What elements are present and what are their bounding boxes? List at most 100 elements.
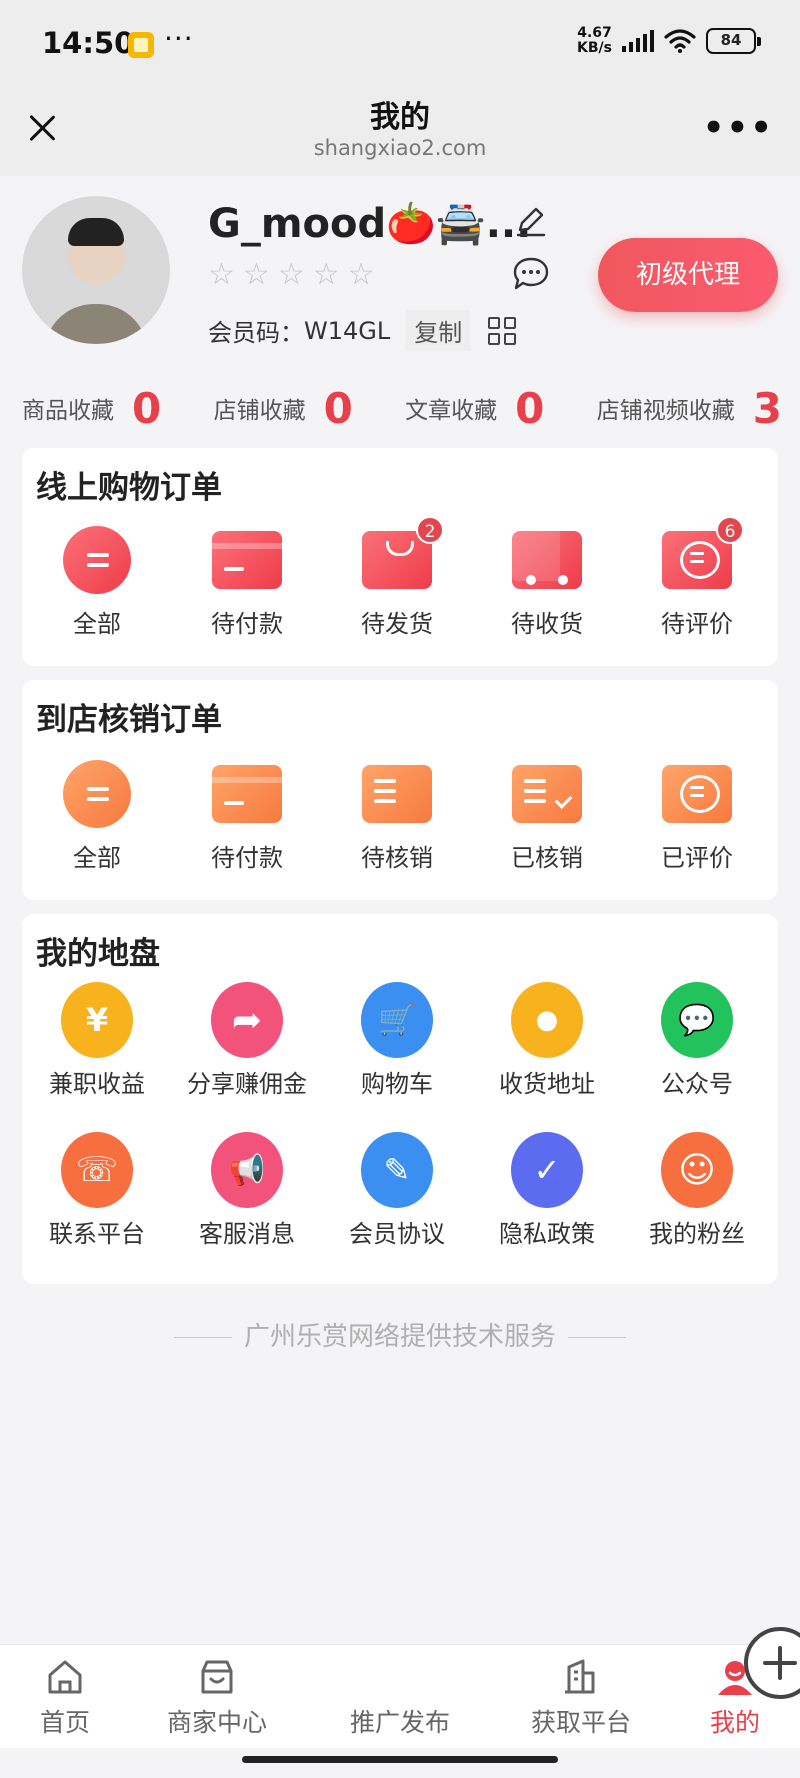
building-icon <box>565 1659 595 1694</box>
contact-platform[interactable]: ☏ 联系平台 <box>22 1132 172 1249</box>
official-account[interactable]: 💬 公众号 <box>622 982 772 1099</box>
store-orders-card: 到店核销订单 全部 待付款 待核销 已核销 已评价 <box>22 680 778 900</box>
my-fans[interactable]: ☺ 我的粉丝 <box>622 1132 772 1249</box>
username: G_mood🍅🚔... <box>208 201 532 247</box>
profile-section: G_mood🍅🚔... ☆ ☆ ☆ ☆ ☆ 会员码： W14GL 复制 初级代理 <box>0 176 800 376</box>
item-label: 公众号 <box>661 1070 733 1098</box>
store-order-pending-verify[interactable]: 待核销 <box>322 758 472 873</box>
share-icon: ➦ <box>211 982 283 1058</box>
order-pending-review[interactable]: 6 待评价 <box>622 516 772 639</box>
share-commission[interactable]: ➦ 分享赚佣金 <box>172 982 322 1099</box>
network-speed-value: 4.67 <box>577 25 612 41</box>
home-icon <box>48 1660 82 1694</box>
nav-merchant-center[interactable]: 商家中心 <box>152 1657 282 1739</box>
fans-icon: ☺ <box>661 1132 733 1208</box>
item-label: 待核销 <box>361 844 433 872</box>
section-title: 到店核销订单 <box>36 702 222 738</box>
item-label: 会员协议 <box>349 1220 445 1248</box>
fav-label: 店铺收藏 <box>213 398 306 424</box>
item-label: 全部 <box>73 844 121 872</box>
profile-icon <box>718 1661 752 1695</box>
count-badge: 2 <box>416 516 444 544</box>
order-pending-receipt[interactable]: 待收货 <box>472 524 622 639</box>
all-orders-icon <box>63 760 131 828</box>
nav-label: 我的 <box>709 1708 760 1737</box>
nav-label: 推广发布 <box>349 1708 450 1737</box>
nav-label: 获取平台 <box>530 1708 631 1737</box>
more-notifications-icon: ··· <box>164 22 194 55</box>
edit-icon[interactable] <box>514 204 548 238</box>
item-label: 隐私政策 <box>499 1220 595 1248</box>
item-label: 待付款 <box>211 610 283 638</box>
more-menu-icon[interactable]: ••• <box>703 111 774 145</box>
part-time-income[interactable]: ¥ 兼职收益 <box>22 982 172 1099</box>
copy-button[interactable]: 复制 <box>406 310 471 351</box>
plus-icon <box>380 1627 800 1699</box>
fav-count: 0 <box>323 383 353 433</box>
store-order-all[interactable]: 全部 <box>22 758 172 873</box>
fav-articles[interactable]: 文章收藏 0 <box>405 384 544 433</box>
online-orders-card: 线上购物订单 全部 待付款 2 待发货 待收货 6 待评价 <box>22 448 778 666</box>
bottom-nav: 首页 商家中心 推广发布 获取平台 我的 <box>0 1627 800 1748</box>
service-messages[interactable]: 📢 客服消息 <box>172 1132 322 1249</box>
chat-bubble-icon[interactable] <box>512 256 550 292</box>
item-label: 待收货 <box>511 610 583 638</box>
notification-app-icon <box>128 32 154 58</box>
document-icon: ✎ <box>361 1132 433 1208</box>
fav-stores[interactable]: 店铺收藏 0 <box>214 384 353 433</box>
reviewed-icon <box>662 765 732 823</box>
item-label: 待评价 <box>661 610 733 638</box>
privacy-policy[interactable]: ✓ 隐私政策 <box>472 1132 622 1249</box>
section-title: 线上购物订单 <box>36 470 222 506</box>
location-pin-icon: ● <box>511 982 583 1058</box>
fav-count: 0 <box>132 383 162 433</box>
shopping-cart[interactable]: 🛒 购物车 <box>322 982 472 1099</box>
avatar[interactable] <box>22 196 170 344</box>
item-label: 已核销 <box>511 844 583 872</box>
item-label: 联系平台 <box>49 1220 145 1248</box>
nav-my[interactable]: 我的 <box>670 1657 800 1739</box>
page-title: 我的 <box>370 100 430 135</box>
order-pending-shipment[interactable]: 2 待发货 <box>322 516 472 639</box>
nav-get-platform[interactable]: 获取平台 <box>516 1657 646 1739</box>
fav-label: 店铺视频收藏 <box>596 398 735 424</box>
wechat-icon: 💬 <box>661 982 733 1058</box>
fav-count: 3 <box>752 383 782 433</box>
territory-card: 我的地盘 ¥ 兼职收益 ➦ 分享赚佣金 🛒 购物车 ● 收货地址 💬 公众号 ☏… <box>22 914 778 1284</box>
order-pending-payment[interactable]: 待付款 <box>172 524 322 639</box>
fav-products[interactable]: 商品收藏 0 <box>22 384 161 433</box>
star-icon: ☆ <box>277 257 305 292</box>
pending-payment-icon <box>212 765 282 823</box>
pending-verify-icon <box>362 765 432 823</box>
item-label: 已评价 <box>661 844 733 872</box>
star-icon: ☆ <box>208 257 235 292</box>
store-order-pending-payment[interactable]: 待付款 <box>172 758 322 873</box>
shield-icon: ✓ <box>511 1132 583 1208</box>
item-label: 待付款 <box>211 844 283 872</box>
megaphone-icon: 📢 <box>211 1132 283 1208</box>
all-orders-icon <box>63 526 131 594</box>
store-order-verified[interactable]: 已核销 <box>472 758 622 873</box>
item-label: 分享赚佣金 <box>187 1070 307 1098</box>
status-bar: 14:50 ··· 4.67 KB/s 84 <box>0 0 800 88</box>
nav-publish[interactable]: 推广发布 <box>335 1627 800 1739</box>
item-label: 客服消息 <box>199 1220 295 1248</box>
title-bar: 我的 shangxiao2.com ••• <box>0 88 800 176</box>
wifi-icon <box>664 29 696 53</box>
store-order-reviewed[interactable]: 已评价 <box>622 758 772 873</box>
qr-code-icon[interactable] <box>488 316 517 345</box>
agent-level-button[interactable]: 初级代理 <box>598 238 778 312</box>
fav-store-videos[interactable]: 店铺视频收藏 3 <box>597 384 782 433</box>
item-label: 兼职收益 <box>49 1070 145 1098</box>
shipping-address[interactable]: ● 收货地址 <box>472 982 622 1099</box>
member-agreement[interactable]: ✎ 会员协议 <box>322 1132 472 1249</box>
star-icon: ☆ <box>312 257 340 292</box>
truck-icon <box>512 531 582 589</box>
nav-home[interactable]: 首页 <box>0 1657 130 1739</box>
verified-icon <box>512 765 582 823</box>
order-all[interactable]: 全部 <box>22 524 172 639</box>
star-icon: ☆ <box>242 257 270 292</box>
item-label: 全部 <box>73 610 121 638</box>
home-indicator[interactable] <box>242 1756 558 1763</box>
fav-count: 0 <box>515 383 545 433</box>
